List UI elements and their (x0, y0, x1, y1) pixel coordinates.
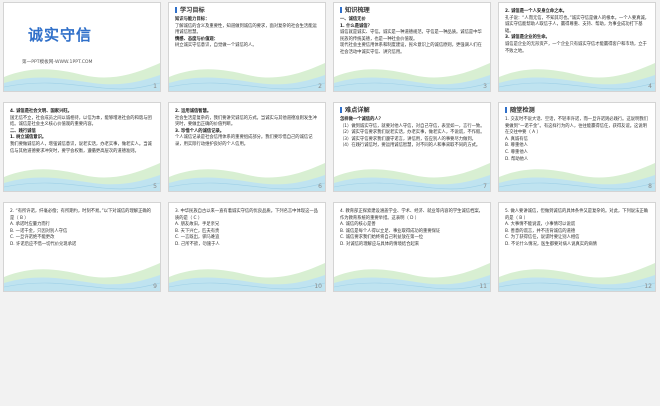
question-stem: 3. 中华民族自古以来一直有着诚实守信的优良品质。下列名言中体现这一品质的是（ … (175, 209, 318, 221)
question-option: D. 不论什么情况，医生都要对病人说真实的病情 (505, 241, 597, 247)
slide-number: 6 (318, 183, 322, 190)
slide-text-line: 1. 树立诚信意识。 (10, 135, 47, 141)
slide-text-line: 社会生活是复杂的，我们要讲究诚信的方式。当诚实与其他道德准则发生冲突时，要做出正… (175, 115, 317, 128)
slide-text-line: 3. 诚信是企业的生命。 (505, 35, 550, 41)
wave-decoration (334, 163, 490, 191)
slide-body: 知识与能力目标： 了解诚信的含义及重要性，知道做到诚信的要求，面对复杂的社会生活能… (175, 17, 320, 50)
question-option: D. 许诺后应不惜一切代价兑现承诺 (10, 241, 77, 247)
wave-decoration (169, 163, 325, 191)
question-option: B. 尊重他人 (505, 143, 528, 149)
wave-decoration (499, 63, 655, 91)
slide-thumbnail-11[interactable]: 4. 教育部正探索建设涵盖学业、学术、经济、就业等内容的学生诚信档案，作为教育系… (333, 202, 491, 292)
slide-thumbnail-7[interactable]: 难点详解怎样做一个诚信的人？ （1）做到诚实守信，就要对他人守信，对自己守信，表里… (333, 102, 491, 192)
question-stem: 2. “有所许诺，纤毫必偿；有所期约，时刻不易。”以下对诚信的理解正确的是（ B… (10, 209, 151, 221)
question-option: A. 诚信的核心是善 (340, 222, 376, 228)
slide-number: 7 (483, 183, 487, 190)
slide-text-line: 个人诚信记录是社会信用体系的重要组成部分。我们要珍惜自己的诚信记录，用实际行动维… (175, 135, 313, 147)
slide-body: 一、诚信无价 1. 什么是诚信？ 诚信就是诚实、守信。诚实是一种道德规范，守信是一种… (340, 17, 485, 57)
question-option: A. 大事情不能说谎，小事情可以说谎 (505, 222, 576, 228)
question-option: C. 为了获得信任，说谎时要让别人相信 (505, 235, 580, 241)
wave-decoration (4, 163, 160, 191)
question-stem: 4. 教育部正探索建设涵盖学业、学术、经济、就业等内容的学生诚信档案，作为教育系… (340, 209, 483, 221)
slide-thumbnail-3[interactable]: 知识梳理一、诚信无价 1. 什么是诚信？ 诚信就是诚实、守信。诚实是一种道德规范，守… (333, 2, 491, 92)
slide-header: 知识梳理 (340, 5, 370, 14)
slide-text-line: 4. 诚信是社会文明、国家兴旺。 (10, 109, 72, 114)
question-option: C. 诚信要求我们始终将自己利益放在第一位 (340, 235, 424, 241)
slide-thumbnail-9[interactable]: 2. “有所许诺，纤毫必偿；有所期约，时刻不易。”以下对诚信的理解正确的是（ B… (3, 202, 161, 292)
slide-thumbnail-5[interactable]: 4. 诚信是社会文明、国家兴旺。 国无信不立，社会成员之间以诚相待，以信为本，能够… (3, 102, 161, 192)
slide-text-line: 一、诚信无价 (340, 17, 366, 22)
wave-decoration (4, 263, 160, 291)
wave-decoration (334, 263, 490, 291)
slide-text-line: 了解诚信的含义及重要性，知道做到诚信的要求，面对复杂的社会生活能运用诚信智慧。 (175, 23, 317, 36)
cover-subtitle: 第一PPT模板网-WWW.1PPT.COM (22, 60, 93, 65)
question-option: A. 朋友故旧，手足亲兄 (175, 222, 220, 228)
wave-decoration (169, 263, 325, 291)
question-option: C. 一旦许诺绝不能更改 (10, 235, 55, 241)
slide-text-line: 知识与能力目标： (175, 17, 210, 22)
wave-decoration (334, 63, 490, 91)
slide-number: 4 (648, 83, 652, 90)
slide-number: 11 (479, 283, 487, 290)
slide-thumbnail-4[interactable]: 2. 诚信是一个人安身立命之本。 孔子说：“人而无信，不知其可也。”诚实守信是做人… (498, 2, 656, 92)
slide-number: 8 (648, 183, 652, 190)
slide-body: 2. “有所许诺，纤毫必偿；有所期约，时刻不易。”以下对诚信的理解正确的是（ B… (10, 209, 155, 249)
slide-text-line: 2. 运用诚信智慧。 (175, 109, 212, 114)
slide-text-line: 国无信不立，社会成员之间以诚相待，以信为本，能够增进社会的和谐与团结。诚信是社会… (10, 115, 152, 128)
wave-decoration (4, 63, 160, 91)
slide-body: 怎样做一个诚信的人？ （1）做到诚实守信，就要对他人守信，对自己守信，表里如一，言… (340, 117, 485, 150)
slide-thumbnail-8[interactable]: 随堂检测 1. 交友时不说大话、空话，不轻率许诺，而一旦许诺则必践行。这说明我们要… (498, 102, 656, 192)
slide-number: 10 (314, 283, 322, 290)
question-option: D. 帮助他人 (505, 156, 529, 162)
slide-text-line: 现代社会主要信用体系和制度建设，民众意识上的诚信原则，更强调人们在社会活动中诚实… (340, 43, 482, 55)
slide-header: 随堂检测 (505, 105, 535, 114)
slide-grid: 诚实守信第一PPT模板网-WWW.1PPT.COM 1 学习目标知识与能力目标： 了解… (0, 0, 660, 406)
question-option: D. 己所不欲，勿施于人 (175, 241, 220, 247)
slide-number: 1 (153, 83, 157, 90)
slide-number: 3 (483, 83, 487, 90)
cover-title: 诚实守信 (28, 26, 93, 44)
slide-text-line: （2）诚实守信要求我们说老实话，办老实事，做老实人，不说谎，不作假。 (340, 130, 485, 136)
slide-header: 学习目标 (175, 5, 205, 14)
slide-body: 2. 诚信是一个人安身立命之本。 孔子说：“人而无信，不知其可也。”诚实守信是做人… (505, 9, 650, 55)
slide-header: 难点详解 (340, 105, 370, 114)
question-option: A. 承诺时应量力而行 (10, 222, 50, 228)
slide-text-line: 诚信是企业的无形资产，一个企业只有诚实守信才能赢得客户和市场，立于不败之地。 (505, 41, 647, 54)
slide-body: 5. 做人要讲诚信，但做到诚信的具体条件又是复杂的。对此，下列说法正确的是（ B… (505, 209, 650, 249)
slide-text-line: 树立诚实守信意识，自觉做一个诚信的人。 (175, 43, 257, 49)
question-option: C. 一言既出，驷马难追 (175, 235, 220, 241)
slide-thumbnail-2[interactable]: 学习目标知识与能力目标： 了解诚信的含义及重要性，知道做到诚信的要求，面对复杂的社… (168, 2, 326, 92)
slide-body: 4. 教育部正探索建设涵盖学业、学术、经济、就业等内容的学生诚信档案，作为教育系… (340, 209, 485, 249)
question-option: C. 尊重他人 (505, 149, 528, 155)
slide-text-line: 怎样做一个诚信的人？ (340, 117, 383, 122)
slide-text-line: （4）在践行诚信时，要运用诚信智慧，对不同的人和事采取不同的方式。 (340, 143, 481, 149)
slide-number: 9 (153, 283, 157, 290)
slide-thumbnail-10[interactable]: 3. 中华民族自古以来一直有着诚实守信的优良品质。下列名言中体现这一品质的是（ … (168, 202, 326, 292)
slide-text-line: 我们要做诚信的人，增强诚信意识，说老实话，办老实事，做老实人。当诚信与其他道德要… (10, 141, 152, 154)
slide-number: 12 (644, 283, 652, 290)
slide-body: 3. 中华民族自古以来一直有着诚实守信的优良品质。下列名言中体现这一品质的是（ … (175, 209, 320, 249)
question-option: D. 对诚信的理解应与具体的情境结合起来 (340, 241, 420, 247)
slide-number: 5 (153, 183, 157, 190)
slide-body: 2. 运用诚信智慧。 社会生活是复杂的，我们要讲究诚信的方式。当诚实与其他道德准则… (175, 109, 320, 149)
slide-text-line: 2. 诚信是一个人安身立命之本。 (505, 9, 567, 14)
wave-decoration (169, 63, 325, 91)
wave-decoration (499, 263, 655, 291)
slide-text-line: 孔子说：“人而无信，不知其可也。”诚实守信是做人的根本。一个人要真诚，诚实守信能… (505, 15, 650, 34)
slide-body: 4. 诚信是社会文明、国家兴旺。 国无信不立，社会成员之间以诚相待，以信为本，能够… (10, 109, 155, 155)
slide-thumbnail-1[interactable]: 诚实守信第一PPT模板网-WWW.1PPT.COM 1 (3, 2, 161, 92)
slide-number: 2 (318, 83, 322, 90)
slide-thumbnail-6[interactable]: 2. 运用诚信智慧。 社会生活是复杂的，我们要讲究诚信的方式。当诚实与其他道德准则… (168, 102, 326, 192)
question-stem: 1. 交友时不说大话、空话，不轻率许诺，而一旦许诺则必践行。这说明我们要做到“一… (505, 117, 648, 136)
slide-body: 1. 交友时不说大话、空话，不轻率许诺，而一旦许诺则必践行。这说明我们要做到“一… (505, 117, 650, 163)
question-stem: 5. 做人要讲诚信，但做到诚信的具体条件又是复杂的。对此，下列说法正确的是（ B… (505, 209, 648, 221)
slide-thumbnail-12[interactable]: 5. 做人要讲诚信，但做到诚信的具体条件又是复杂的。对此，下列说法正确的是（ B… (498, 202, 656, 292)
slide-text-line: 诚信就是诚实、守信。诚实是一种道德规范，守信是一种品质。诚信是中华民族的传统美德… (340, 30, 482, 42)
